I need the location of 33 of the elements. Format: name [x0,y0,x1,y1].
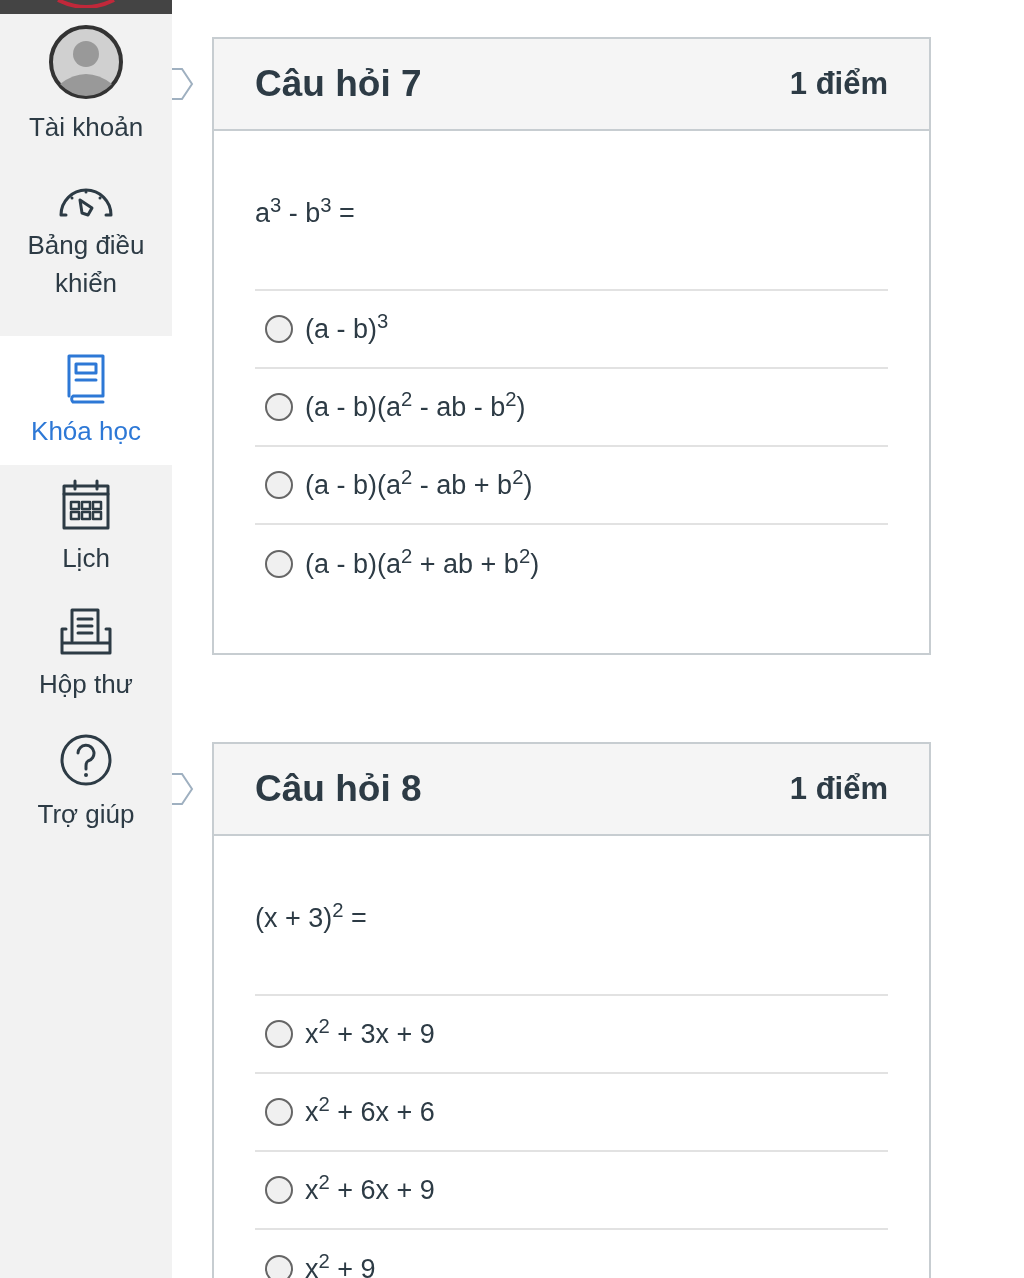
nav-item[interactable]: Hộp thư [0,590,172,720]
answer-option[interactable]: x$^{2}$ + 6x + 6 [255,1074,888,1152]
answer-option[interactable]: (a - b)(a$^{2}$ - ab + b$^{2}$) [255,447,888,525]
radio-button[interactable] [265,1255,293,1278]
calendar-icon [61,478,111,531]
question-title: Câu hỏi 7 [255,62,422,107]
answer-option[interactable]: (a - b)$^{3}$ [255,291,888,369]
answer-option[interactable]: (a - b)(a$^{2}$ - ab - b$^{2}$) [255,369,888,447]
nav-item[interactable]: Trợ giúp [0,720,172,845]
radio-button[interactable] [265,550,293,578]
answer-option[interactable]: x$^{2}$ + 3x + 9 [255,996,888,1074]
nav-item[interactable]: Bảng điều khiển [0,150,172,336]
answer-option[interactable]: (a - b)(a$^{2}$ + ab + b$^{2}$) [255,525,888,603]
radio-button[interactable] [265,1020,293,1048]
inbox-icon [58,607,114,657]
logo-icon [56,0,116,8]
answer-option[interactable]: x$^{2}$ + 9 [255,1230,888,1278]
question-text: (x + 3)$^{2}$ = [255,903,367,933]
nav-item[interactable]: Lịch [0,465,172,590]
answer-option[interactable]: x$^{2}$ + 6x + 9 [255,1152,888,1230]
points-label: 1 điểm [789,769,888,808]
radio-button[interactable] [265,1176,293,1204]
radio-button[interactable] [265,393,293,421]
points-label: 1 điểm [789,64,888,103]
radio-button[interactable] [265,315,293,343]
radio-button[interactable] [265,1098,293,1126]
help-icon [59,732,113,787]
question-text: a$^{3}$ - b$^{3}$ = [255,198,355,228]
nav-item[interactable]: Tài khoản [0,20,172,150]
nav-item[interactable]: Khóa học [0,336,172,465]
avatar-icon [48,24,124,100]
radio-button[interactable] [265,471,293,499]
question-title: Câu hỏi 8 [255,767,422,812]
